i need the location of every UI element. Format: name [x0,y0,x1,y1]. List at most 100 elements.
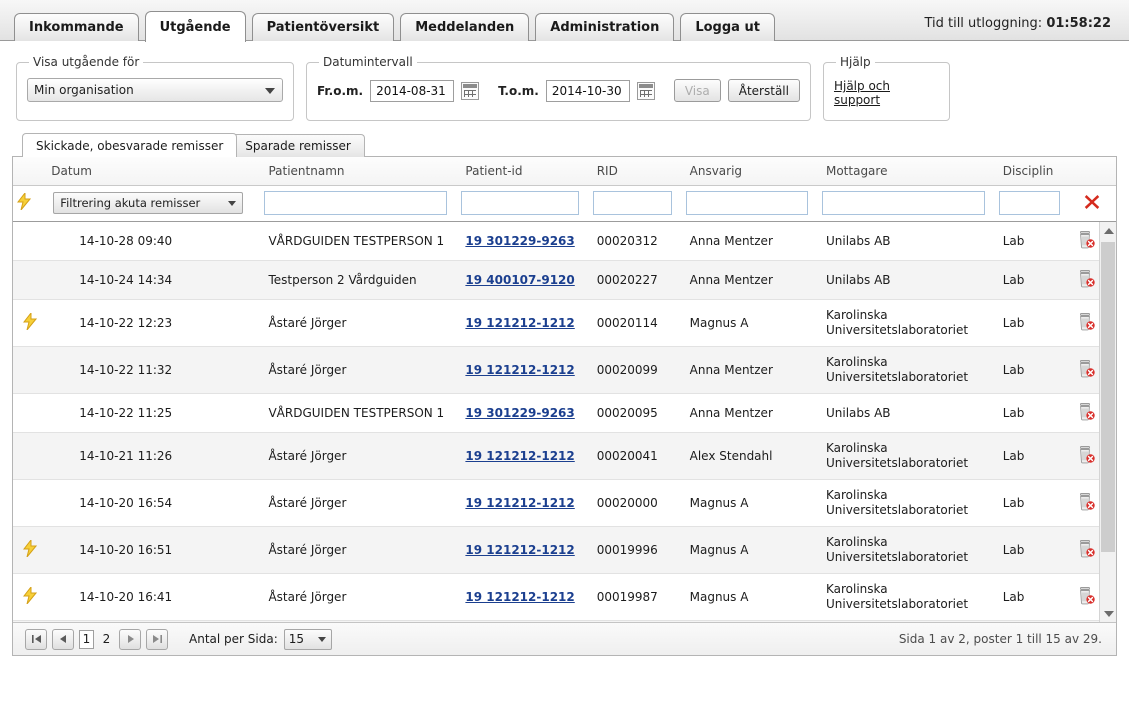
patient-id-link[interactable]: 19 301229-9263 [465,406,574,420]
cell-patient-id: 19 301229-9263 [457,393,589,433]
grid-vertical-scrollbar[interactable] [1099,222,1116,622]
to-date-label: T.o.m. [498,83,539,98]
scrollbar-thumb[interactable] [1101,242,1115,552]
filter-patientnamn-input[interactable] [264,191,448,215]
patient-id-link[interactable]: 19 121212-1212 [465,316,574,330]
per-page-select[interactable]: 15 [283,628,332,650]
subtab-skickade-obesvarade[interactable]: Skickade, obesvarade remisser [22,133,238,157]
chevron-up-icon [1103,227,1114,234]
col-header-datum[interactable]: Datum [43,157,261,186]
logout-timer-value: 01:58:22 [1046,16,1111,31]
tab-administration[interactable]: Administration [535,13,675,41]
cell-rid: 00019983 [588,620,682,622]
to-date-input[interactable] [545,79,630,102]
prev-page-button[interactable] [52,628,74,650]
panel-visa-legend: Visa utgående för [33,55,140,69]
last-page-button[interactable] [146,628,168,650]
aterstall-button[interactable]: Återställ [727,79,800,102]
filter-mottagare-cell [817,185,995,222]
cell-mottagare: KarolinskaUniversitetslaboratoriet [817,620,995,622]
akuta-remisser-filter-select[interactable]: Filtrering akuta remisser [53,192,244,214]
scroll-up-button[interactable] [1100,222,1116,239]
patient-id-link[interactable]: 19 121212-1212 [465,496,574,510]
table-row[interactable]: 14-10-28 09:40 VÅRDGUIDEN TESTPERSON 1 19 … [13,222,1116,261]
tab-utgaende[interactable]: Utgående [144,11,246,42]
cell-mottagare: KarolinskaUniversitetslaboratoriet [817,432,995,480]
from-date-input[interactable] [370,79,455,102]
scroll-down-button[interactable] [1100,605,1116,622]
cell-patient-id: 19 121212-1212 [457,526,589,574]
cell-rid: 00020099 [588,346,682,394]
patient-id-link[interactable]: 19 121212-1212 [465,363,574,377]
table-row[interactable]: 14-10-22 11:32 Åstaré Jörger 19 121212-121… [13,346,1116,394]
filter-disciplin-input[interactable] [998,191,1061,215]
delete-row-icon[interactable] [1078,269,1096,288]
patient-id-link[interactable]: 19 121212-1212 [465,449,574,463]
table-row[interactable]: 14-10-21 11:26 Åstaré Jörger 19 121212-121… [13,432,1116,480]
cell-ansvarig: Magnus A [681,573,818,621]
page-number-1[interactable]: 1 [79,629,94,649]
filter-mottagare-input[interactable] [821,191,985,215]
cell-patientnamn: Åstaré Jörger [260,346,458,394]
cell-ansvarig: Anna Mentzer [681,260,818,300]
cell-datum: 14-10-22 12:23 [43,299,261,347]
akuta-remisser-filter-value: Filtrering akuta remisser [60,196,201,210]
subtab-sparade-remisser[interactable]: Sparade remisser [231,134,365,157]
patient-id-link[interactable]: 19 301229-9263 [465,234,574,248]
filter-patient-id-input[interactable] [461,191,579,215]
cell-disciplin: Lab [994,393,1071,433]
lightning-bolt-icon[interactable] [17,193,31,210]
table-row[interactable]: 14-10-24 14:34 Testperson 2 Vårdguiden 19 … [13,260,1116,300]
tab-patientoversikt[interactable]: Patientöversikt [251,13,395,41]
visa-button[interactable]: Visa [673,79,721,102]
col-header-mottagare[interactable]: Mottagare [817,157,995,186]
first-page-button[interactable] [25,628,47,650]
chevron-down-icon [317,637,326,642]
filter-urgent-flag-cell [13,185,44,222]
grid-header-row: Datum Patientnamn Patient-id RID Ansvari… [13,157,1116,186]
next-page-button[interactable] [119,628,141,650]
filter-patientnamn-cell [260,185,458,222]
table-row[interactable]: 14-10-20 16:38Åstaré Jörger19 121212-121… [13,620,1116,622]
cell-rid: 00020114 [588,299,682,347]
delete-row-icon[interactable] [1078,359,1096,378]
help-and-support-link[interactable]: Hjälp och support [834,79,939,107]
delete-row-icon[interactable] [1078,230,1096,249]
delete-row-icon[interactable] [1078,492,1096,511]
cell-mottagare: KarolinskaUniversitetslaboratoriet [817,573,995,621]
filter-ansvarig-input[interactable] [685,191,808,215]
delete-row-icon[interactable] [1078,445,1096,464]
tab-meddelanden[interactable]: Meddelanden [400,13,530,41]
delete-row-icon[interactable] [1078,539,1096,558]
col-header-patient-id[interactable]: Patient-id [457,157,589,186]
table-row[interactable]: 14-10-20 16:51 Åstaré Jörger 19 121212-121… [13,526,1116,574]
patient-id-link[interactable]: 19 400107-9120 [465,273,574,287]
delete-row-icon[interactable] [1078,402,1096,421]
patient-id-link[interactable]: 19 121212-1212 [465,543,574,557]
calendar-icon-to[interactable] [636,81,655,100]
cell-mottagare: Unilabs AB [817,260,995,300]
clear-filters-icon[interactable] [1083,193,1101,211]
main-tab-bar: Inkommande Utgående Patientöversikt Medd… [0,0,1129,42]
table-row[interactable]: 14-10-20 16:41 Åstaré Jörger 19 121212-121… [13,573,1116,621]
page-number-2[interactable]: 2 [99,630,114,649]
col-header-ansvarig[interactable]: Ansvarig [681,157,818,186]
delete-row-icon[interactable] [1078,312,1096,331]
organisation-select[interactable]: Min organisation [27,78,283,102]
delete-row-icon[interactable] [1078,586,1096,605]
filter-panels: Visa utgående för Min organisation Datum… [0,41,1129,121]
grid-scroll-area[interactable]: 14-10-28 09:40 VÅRDGUIDEN TESTPERSON 1 19 … [13,222,1116,622]
tab-logga-ut[interactable]: Logga ut [680,13,775,41]
calendar-icon-from[interactable] [461,81,480,100]
row-urgent-flag-cell [13,299,44,347]
table-row[interactable]: 14-10-22 12:23 Åstaré Jörger 19 121212-121… [13,299,1116,347]
col-header-disciplin[interactable]: Disciplin [994,157,1071,186]
tab-inkommande[interactable]: Inkommande [14,13,139,41]
table-row[interactable]: 14-10-20 16:54 Åstaré Jörger 19 121212-121… [13,479,1116,527]
col-header-rid[interactable]: RID [588,157,682,186]
col-header-patientnamn[interactable]: Patientnamn [260,157,458,186]
patient-id-link[interactable]: 19 121212-1212 [465,590,574,604]
cell-mottagare: KarolinskaUniversitetslaboratoriet [817,346,995,394]
filter-rid-input[interactable] [592,191,672,215]
table-row[interactable]: 14-10-22 11:25 VÅRDGUIDEN TESTPERSON 1 19 … [13,393,1116,433]
